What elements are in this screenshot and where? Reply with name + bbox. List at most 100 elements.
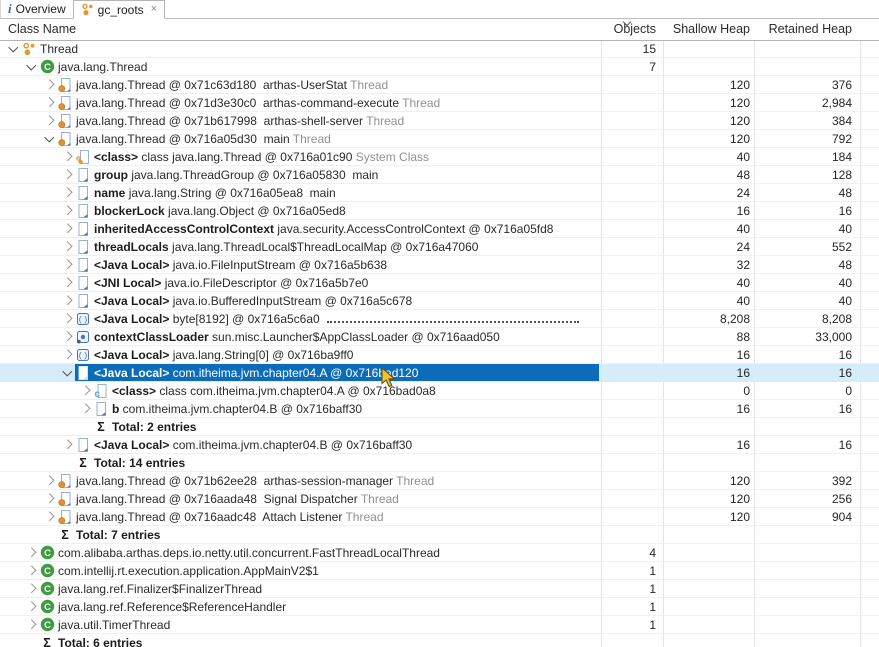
expand-arrow[interactable] [60, 328, 75, 345]
chevron-right-icon [26, 547, 37, 558]
expand-arrow[interactable] [60, 166, 75, 183]
tree-row[interactable]: Ccom.intellij.rt.execution.application.A… [0, 562, 879, 580]
expand-arrow[interactable] [42, 490, 57, 507]
tree-row[interactable]: java.lang.Thread @ 0x71d3e30c0 arthas-co… [0, 94, 879, 112]
tree-row[interactable]: Σ Total: 7 entries [0, 526, 879, 544]
class-name-cell: <Java Local> java.io.BufferedInputStream… [0, 292, 599, 309]
expand-arrow[interactable] [60, 310, 75, 327]
tree-row[interactable]: threadLocals java.lang.ThreadLocal$Threa… [0, 238, 879, 256]
row-text: com.itheima.jvm.chapter04.B @ 0x716baff3… [172, 437, 413, 452]
expand-arrow[interactable] [60, 436, 75, 453]
retained-heap-value: 33,000 [815, 329, 852, 344]
tree-row[interactable]: <Java Local> com.itheima.jvm.chapter04.B… [0, 436, 879, 454]
tree-row[interactable]: java.lang.Thread @ 0x716a05d30 main Thre… [0, 130, 879, 148]
expand-arrow[interactable] [60, 238, 75, 255]
expand-arrow[interactable] [24, 544, 39, 561]
class-green-icon: C [39, 599, 55, 615]
row-text: java.util.TimerThread [58, 617, 171, 632]
expand-arrow[interactable] [60, 274, 75, 291]
class-name-cell: () <Java Local> byte[8192] @ 0x716a5c6a0 [0, 310, 599, 327]
tab-bar: i Overview gc_roots × [0, 0, 879, 19]
retained-heap-value: 48 [838, 257, 852, 272]
tree-row[interactable]: () <Java Local> java.lang.String[0] @ 0x7… [0, 346, 879, 364]
class-name-cell: java.lang.Thread @ 0x71b617998 arthas-sh… [0, 112, 599, 129]
expand-arrow[interactable] [60, 292, 75, 309]
expand-arrow[interactable] [24, 580, 39, 597]
expand-arrow[interactable] [24, 562, 39, 579]
chevron-right-icon [62, 295, 73, 306]
expand-arrow[interactable] [24, 616, 39, 633]
expand-arrow[interactable] [60, 364, 75, 381]
expand-arrow[interactable] [60, 256, 75, 273]
chevron-down-icon [26, 60, 37, 71]
expand-arrow[interactable] [78, 382, 93, 399]
row-text: inheritedAccessControlContext [94, 221, 278, 236]
row-content: Σ Total: 2 entries [93, 418, 599, 435]
expand-arrow[interactable] [42, 508, 57, 525]
column-header-shallow-heap[interactable]: Shallow Heap [660, 18, 750, 40]
tree-row[interactable]: inheritedAccessControlContext java.secur… [0, 220, 879, 238]
expand-arrow[interactable] [42, 76, 57, 93]
tree-row[interactable]: <Java Local> java.io.FileInputStream @ 0… [0, 256, 879, 274]
tree-row[interactable]: java.lang.Thread @ 0x71b617998 arthas-sh… [0, 112, 879, 130]
row-text: class java.lang.Thread @ 0x716a01c90 [141, 149, 356, 164]
tree-row[interactable]: () <Java Local> byte[8192] @ 0x716a5c6a0 … [0, 310, 879, 328]
tree-row[interactable]: Cjava.lang.ref.Reference$ReferenceHandle… [0, 598, 879, 616]
tree-row[interactable]: Cjava.lang.Thread 7 [0, 58, 879, 76]
tree-row[interactable]: group java.lang.ThreadGroup @ 0x716a0583… [0, 166, 879, 184]
object-icon [75, 203, 91, 219]
tree-row[interactable]: Σ Total: 2 entries [0, 418, 879, 436]
tree-row[interactable]: java.lang.Thread @ 0x716aada48 Signal Di… [0, 490, 879, 508]
expand-arrow[interactable] [60, 346, 75, 363]
tab-gc-roots[interactable]: gc_roots × [72, 0, 166, 19]
row-text: java.lang.Thread [58, 59, 148, 74]
row-text: group [94, 167, 132, 182]
retained-heap-value: 792 [831, 131, 852, 146]
expand-arrow[interactable] [24, 58, 39, 75]
class-name-cell: <class> class java.lang.Thread @ 0x716a0… [0, 148, 599, 165]
column-header-class-name[interactable]: Class Name [8, 18, 76, 40]
expand-arrow[interactable] [60, 148, 75, 165]
expand-arrow[interactable] [42, 130, 57, 147]
tree-row[interactable]: name java.lang.String @ 0x716a05ea8 main… [0, 184, 879, 202]
expand-arrow[interactable] [42, 472, 57, 489]
tree-row[interactable]: Cjava.lang.ref.Finalizer$FinalizerThread… [0, 580, 879, 598]
expand-arrow[interactable] [42, 112, 57, 129]
expand-arrow[interactable] [24, 598, 39, 615]
tree-row[interactable]: contextClassLoader sun.misc.Launcher$App… [0, 328, 879, 346]
expand-arrow[interactable] [78, 400, 93, 417]
class-name-cell: Thread [0, 40, 599, 57]
tree-row[interactable]: c <class> class com.itheima.jvm.chapter04… [0, 382, 879, 400]
tree-row[interactable]: java.lang.Thread @ 0x71c63d180 arthas-Us… [0, 76, 879, 94]
column-header-retained-heap[interactable]: Retained Heap [754, 18, 852, 40]
gc-roots-icon [21, 41, 37, 57]
row-text: Total: 7 entries [76, 527, 161, 542]
tree-row-selected[interactable]: <Java Local> com.itheima.jvm.chapter04.A… [0, 364, 879, 382]
tab-overview[interactable]: i Overview [0, 0, 73, 18]
row-text: com.alibaba.arthas.deps.io.netty.util.co… [58, 545, 440, 560]
tree-row[interactable]: Thread 15 [0, 40, 879, 58]
chevron-right-icon [62, 259, 73, 270]
row-text: <JNI Local> [94, 275, 165, 290]
expand-arrow[interactable] [42, 94, 57, 111]
column-header-objects[interactable]: Objects [520, 18, 656, 40]
class-name-cell: threadLocals java.lang.ThreadLocal$Threa… [0, 238, 599, 255]
tree-row[interactable]: Ccom.alibaba.arthas.deps.io.netty.util.c… [0, 544, 879, 562]
close-tab-icon[interactable]: × [151, 4, 157, 15]
tree-row[interactable]: blockerLock java.lang.Object @ 0x716a05e… [0, 202, 879, 220]
expand-arrow[interactable] [60, 220, 75, 237]
class-name-cell: blockerLock java.lang.Object @ 0x716a05e… [0, 202, 599, 219]
tree-row[interactable]: java.lang.Thread @ 0x71b62ee28 arthas-se… [0, 472, 879, 490]
tree-row[interactable]: Cjava.util.TimerThread 1 [0, 616, 879, 634]
tree-row[interactable]: <Java Local> java.io.BufferedInputStream… [0, 292, 879, 310]
tree-row[interactable]: Σ Total: 14 entries [0, 454, 879, 472]
tree-row[interactable]: <class> class java.lang.Thread @ 0x716a0… [0, 148, 879, 166]
expand-arrow[interactable] [6, 40, 21, 57]
tree-row[interactable]: Σ Total: 6 entries [0, 634, 879, 647]
tree-row[interactable]: b com.itheima.jvm.chapter04.B @ 0x716baf… [0, 400, 879, 418]
tree-row[interactable]: <JNI Local> java.io.FileDescriptor @ 0x7… [0, 274, 879, 292]
retained-heap-value: 376 [831, 77, 852, 92]
expand-arrow[interactable] [60, 184, 75, 201]
expand-arrow[interactable] [60, 202, 75, 219]
tree-row[interactable]: java.lang.Thread @ 0x716aadc48 Attach Li… [0, 508, 879, 526]
